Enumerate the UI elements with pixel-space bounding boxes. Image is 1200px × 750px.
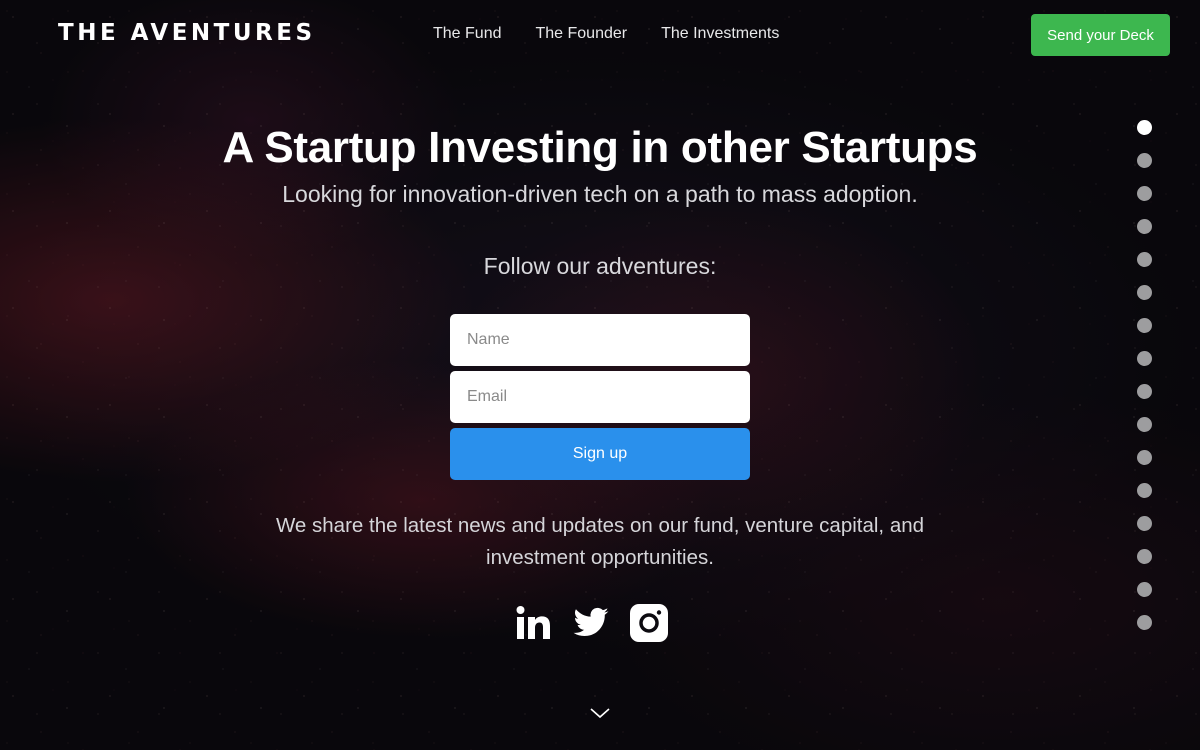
- hero-section: A Startup Investing in other Startups Lo…: [0, 0, 1200, 750]
- instagram-icon[interactable]: [630, 604, 668, 642]
- hero-subtitle: Looking for innovation-driven tech on a …: [282, 181, 918, 207]
- pagination-dot[interactable]: [1137, 549, 1152, 564]
- pagination-dot[interactable]: [1137, 582, 1152, 597]
- pagination-dot[interactable]: [1137, 483, 1152, 498]
- pagination-dot[interactable]: [1137, 252, 1152, 267]
- scroll-down-chevron-icon[interactable]: [589, 706, 611, 720]
- twitter-icon[interactable]: [572, 604, 610, 642]
- pagination-dot[interactable]: [1137, 186, 1152, 201]
- pagination-dot[interactable]: [1137, 615, 1152, 630]
- name-input[interactable]: [450, 314, 750, 366]
- social-links: [514, 604, 668, 642]
- pagination-dot[interactable]: [1137, 450, 1152, 465]
- linkedin-icon[interactable]: [514, 604, 552, 642]
- pagination-dot[interactable]: [1137, 516, 1152, 531]
- email-input[interactable]: [450, 371, 750, 423]
- pagination-dot[interactable]: [1137, 153, 1152, 168]
- pagination-dot[interactable]: [1137, 285, 1152, 300]
- follow-label: Follow our adventures:: [483, 253, 717, 279]
- hero-title: A Startup Investing in other Startups: [222, 123, 978, 172]
- pagination-dot[interactable]: [1137, 351, 1152, 366]
- pagination-dot[interactable]: [1137, 417, 1152, 432]
- pagination-dot[interactable]: [1137, 384, 1152, 399]
- pagination-dot[interactable]: [1137, 219, 1152, 234]
- pagination-dot[interactable]: [1137, 120, 1152, 135]
- signup-button[interactable]: Sign up: [450, 428, 750, 480]
- newsletter-blurb: We share the latest news and updates on …: [275, 514, 925, 569]
- pagination-dot[interactable]: [1137, 318, 1152, 333]
